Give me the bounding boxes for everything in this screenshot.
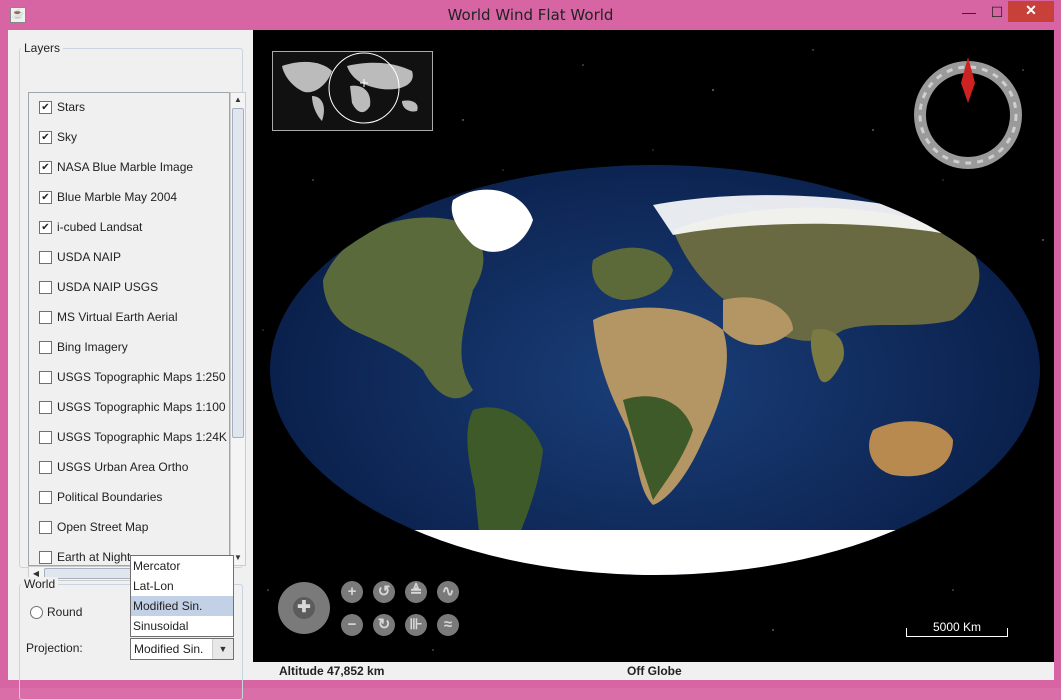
world-overview-map[interactable]: [272, 51, 433, 131]
projection-label: Projection:: [26, 641, 83, 655]
layer-label[interactable]: USDA NAIP USGS: [57, 280, 158, 294]
layer-checkbox[interactable]: [39, 371, 52, 384]
layer-label[interactable]: USGS Topographic Maps 1:250: [57, 370, 226, 384]
layer-label[interactable]: MS Virtual Earth Aerial: [57, 310, 178, 324]
layer-label[interactable]: USDA NAIP: [57, 250, 121, 264]
layer-checkbox[interactable]: [39, 521, 52, 534]
status-bar: Altitude 47,852 km Off Globe: [253, 662, 1054, 680]
earth-flat-projection: [270, 165, 1040, 575]
layer-label[interactable]: USGS Topographic Maps 1:24K: [57, 430, 227, 444]
layer-checkbox[interactable]: [39, 431, 52, 444]
projection-option[interactable]: Modified Sin.: [131, 596, 233, 616]
layer-checkbox[interactable]: [39, 551, 52, 564]
layer-label[interactable]: Open Street Map: [57, 520, 148, 534]
title-bar[interactable]: ☕ World Wind Flat World — ☐ ✕: [0, 0, 1061, 30]
layer-list[interactable]: ✔ Stars ✔ Sky ✔ NASA Blue Marble Image ✔ Blue M…: [28, 92, 230, 566]
scale-bar: [906, 628, 1008, 637]
pitch-up-button[interactable]: ≜: [405, 581, 427, 603]
projection-option[interactable]: Sinusoidal: [131, 616, 233, 636]
pan-control[interactable]: ✚: [278, 582, 330, 634]
layer-checkbox[interactable]: [39, 281, 52, 294]
projection-dropdown-list[interactable]: Mercator Lat-Lon Modified Sin. Sinusoidal: [130, 555, 234, 637]
round-radio-button[interactable]: [30, 606, 43, 619]
vertical-exaggeration-up-button[interactable]: ∿: [437, 581, 459, 603]
globe-position-readout: Off Globe: [627, 664, 682, 678]
layer-checkbox[interactable]: [39, 401, 52, 414]
layer-checkbox[interactable]: [39, 311, 52, 324]
layer-label[interactable]: Bing Imagery: [57, 340, 128, 354]
layer-label[interactable]: USGS Topographic Maps 1:100: [57, 400, 226, 414]
layers-legend: Layers: [21, 41, 64, 55]
map-view[interactable]: ✚ + − ↺ ↻ ≜ ⊪ ∿ ≈ 5000 Km: [253, 30, 1054, 662]
layer-checkbox[interactable]: [39, 251, 52, 264]
vertical-exaggeration-down-button[interactable]: ≈: [437, 614, 459, 636]
layer-checkbox[interactable]: [39, 461, 52, 474]
layer-label[interactable]: Stars: [57, 100, 85, 114]
layer-label[interactable]: Blue Marble May 2004: [57, 190, 177, 204]
app-window: ☕ World Wind Flat World — ☐ ✕ Layers ✔ St…: [0, 0, 1061, 700]
chevron-down-icon[interactable]: ▼: [212, 639, 233, 659]
pitch-down-button[interactable]: ⊪: [405, 614, 427, 636]
projection-option[interactable]: Mercator: [131, 556, 233, 576]
layer-label[interactable]: Sky: [57, 130, 77, 144]
layer-label[interactable]: Political Boundaries: [57, 490, 162, 504]
pan-arrows-icon[interactable]: ✚: [293, 597, 315, 619]
layer-checkbox[interactable]: ✔: [39, 101, 52, 114]
window-title: World Wind Flat World: [447, 6, 614, 24]
maximize-button[interactable]: ☐: [983, 3, 1011, 23]
altitude-readout: Altitude 47,852 km: [279, 664, 385, 678]
rotate-right-button[interactable]: ↻: [373, 614, 395, 636]
layer-label[interactable]: Earth at Night: [57, 550, 130, 564]
minimize-button[interactable]: —: [955, 3, 983, 23]
layer-checkbox[interactable]: ✔: [39, 191, 52, 204]
layer-checkbox[interactable]: ✔: [39, 221, 52, 234]
rotate-left-button[interactable]: ↺: [373, 581, 395, 603]
zoom-in-button[interactable]: +: [341, 581, 363, 603]
close-button[interactable]: ✕: [1008, 1, 1054, 22]
layer-checkbox[interactable]: ✔: [39, 161, 52, 174]
layer-label[interactable]: USGS Urban Area Ortho: [57, 460, 188, 474]
scroll-up-arrow-icon[interactable]: ▲: [231, 93, 245, 107]
projection-option[interactable]: Lat-Lon: [131, 576, 233, 596]
projection-select[interactable]: Modified Sin. ▼: [130, 638, 234, 660]
scroll-thumb[interactable]: [232, 108, 244, 438]
layer-list-vertical-scrollbar[interactable]: ▲ ▼: [230, 92, 246, 566]
layer-label[interactable]: NASA Blue Marble Image: [57, 160, 193, 174]
round-label[interactable]: Round: [47, 605, 82, 619]
projection-select-value: Modified Sin.: [134, 642, 204, 656]
zoom-out-button[interactable]: −: [341, 614, 363, 636]
world-legend: World: [21, 577, 59, 591]
compass-icon[interactable]: [913, 55, 1023, 170]
layer-label[interactable]: i-cubed Landsat: [57, 220, 142, 234]
layer-checkbox[interactable]: [39, 341, 52, 354]
layer-checkbox[interactable]: ✔: [39, 131, 52, 144]
layer-checkbox[interactable]: [39, 491, 52, 504]
client-area: Layers ✔ Stars ✔ Sky ✔ NASA Blue Marble Image…: [8, 30, 1054, 700]
